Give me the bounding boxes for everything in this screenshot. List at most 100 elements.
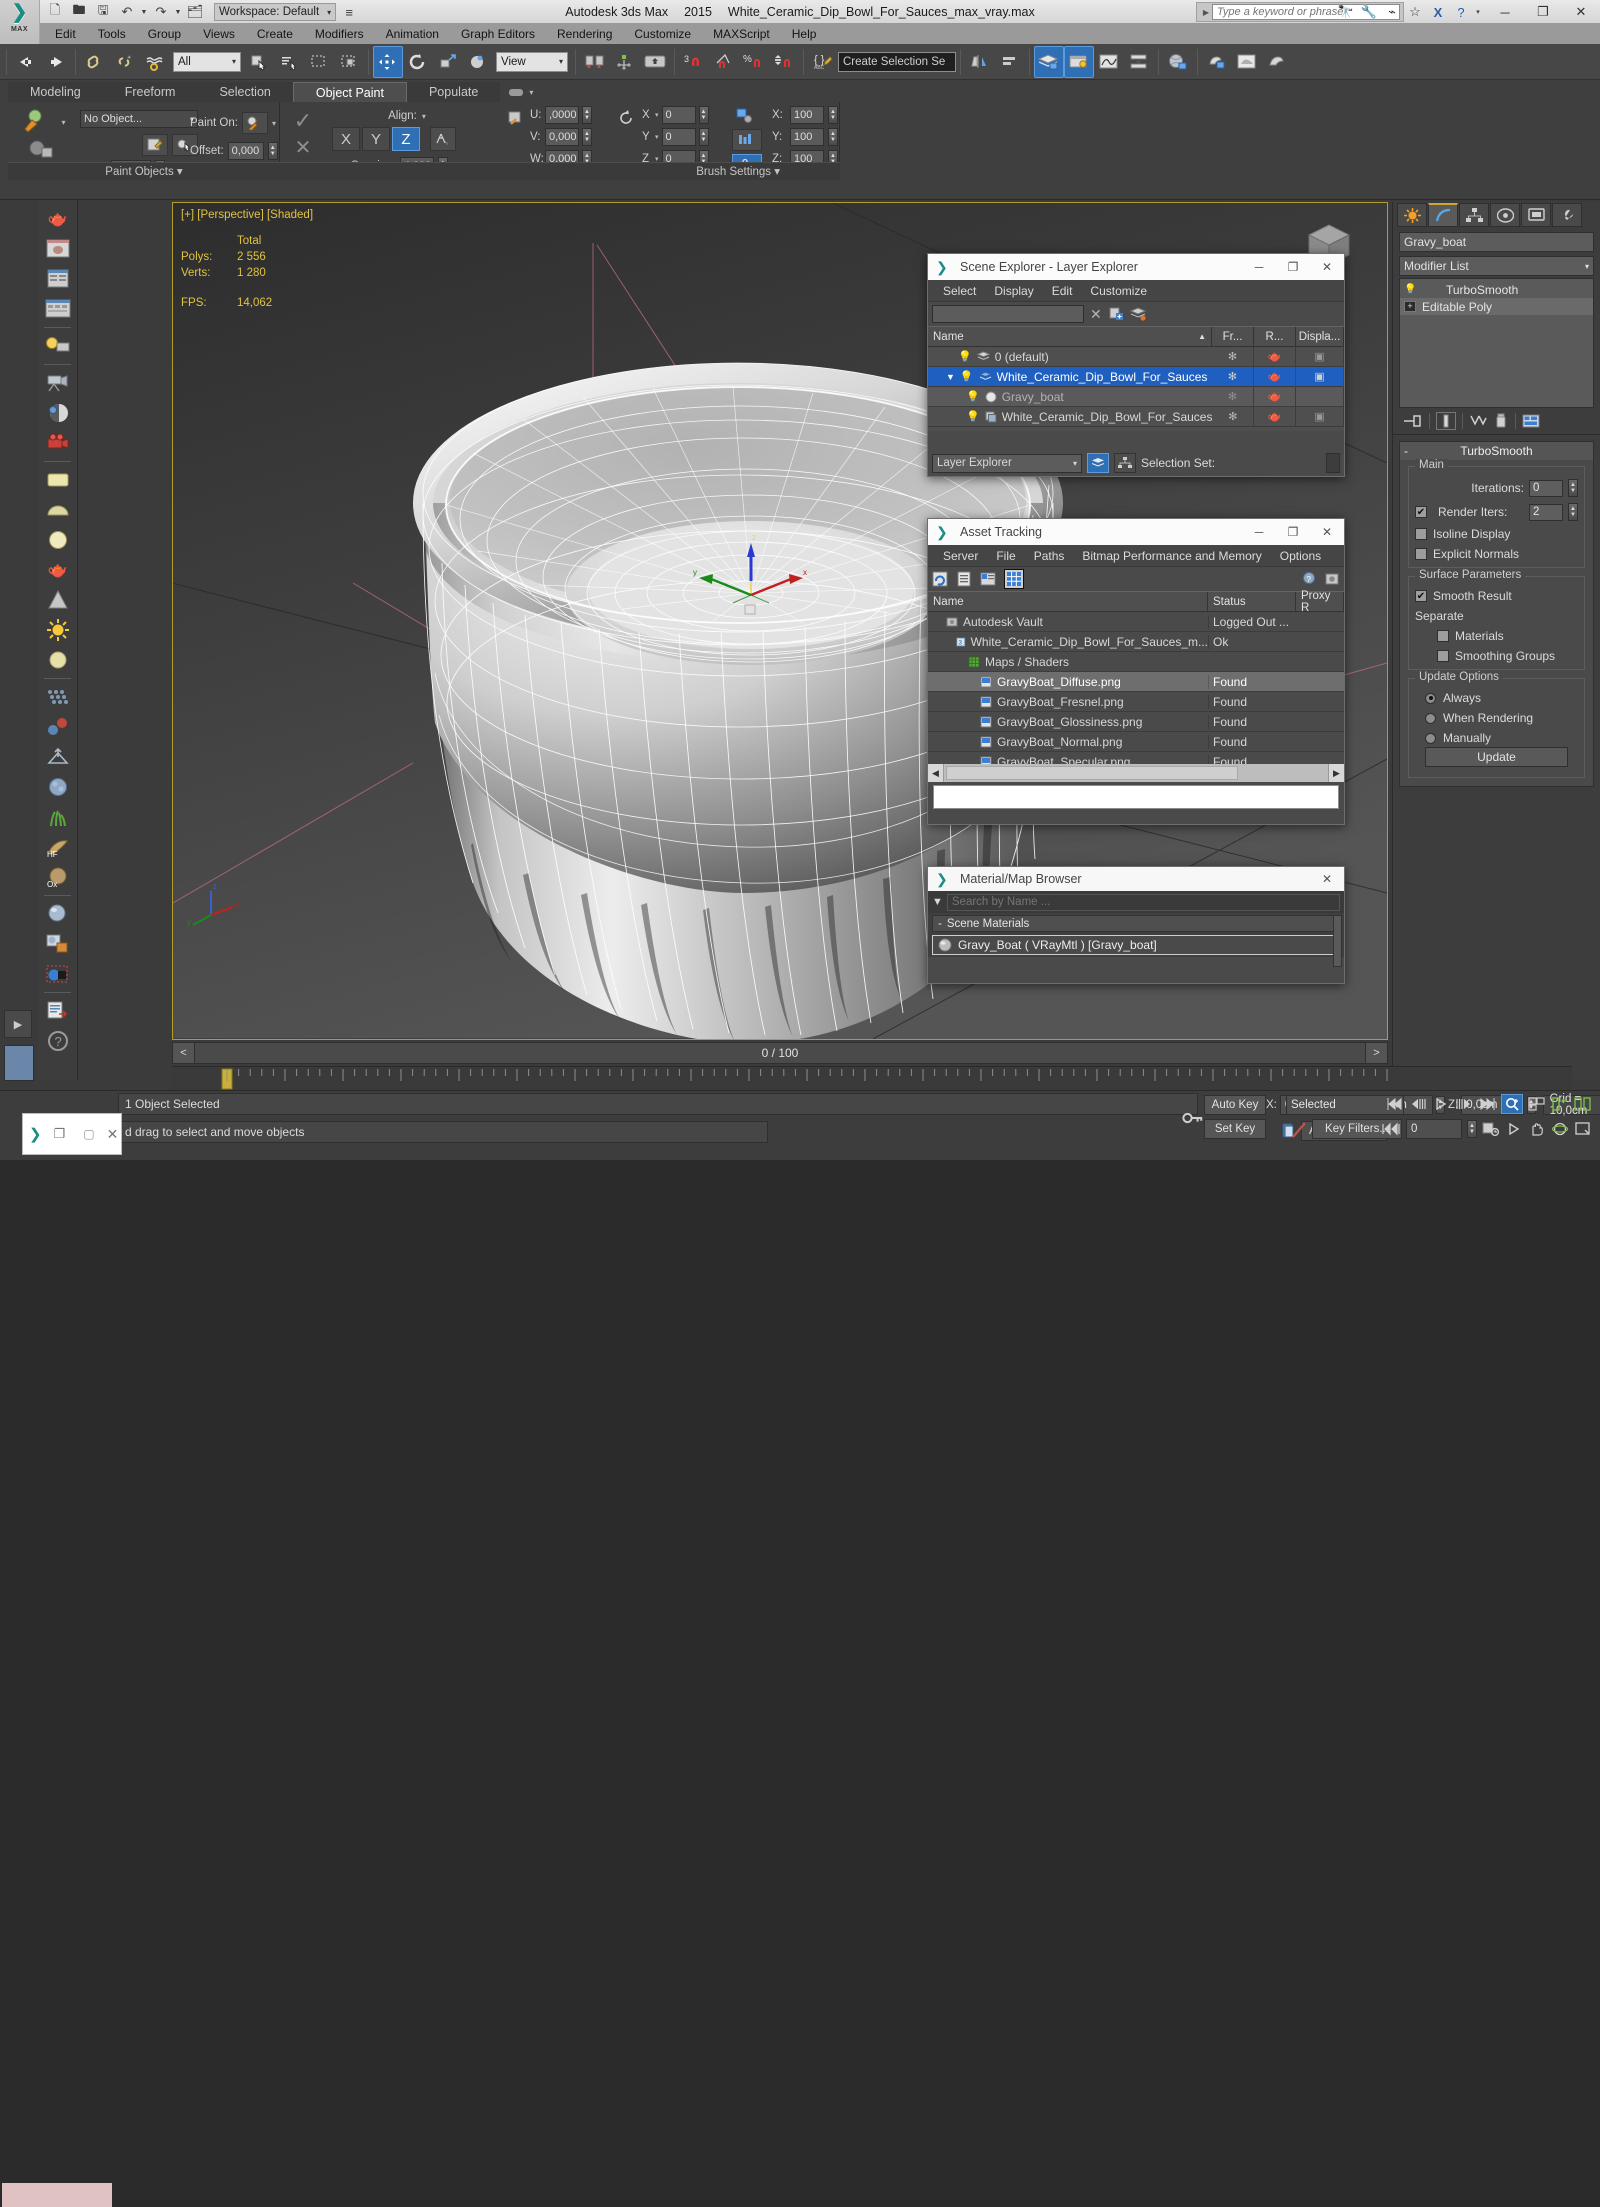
menu-item-animation[interactable]: Animation xyxy=(375,24,450,44)
undo-icon[interactable]: ↶ xyxy=(116,2,138,22)
close-window-icon[interactable]: ✕ xyxy=(107,1126,119,1143)
list-item[interactable]: Gravy_Boat ( VRayMtl ) [Gravy_boat] xyxy=(932,935,1340,955)
dome-primitive-icon[interactable] xyxy=(40,495,76,525)
asset-tracking-dialog[interactable]: ❯ Asset Tracking ─ ❐ ✕ Server File Paths… xyxy=(927,518,1345,825)
select-by-name-icon[interactable] xyxy=(274,46,304,78)
exchange-x-icon[interactable]: X xyxy=(1428,3,1448,21)
close-button[interactable]: ✕ xyxy=(1310,254,1344,280)
display-tab[interactable] xyxy=(1521,203,1551,227)
zoom-all-icon[interactable] xyxy=(1551,1096,1569,1112)
atom-icon[interactable] xyxy=(40,712,76,742)
tab-object-paint[interactable]: Object Paint xyxy=(292,82,407,102)
hierarchy-tab[interactable] xyxy=(1459,203,1489,227)
prev-frame-icon[interactable] xyxy=(1409,1096,1427,1112)
rot-x-spinner[interactable]: ▲ ▼ xyxy=(698,106,709,124)
align-icon[interactable] xyxy=(995,46,1025,78)
key-mode-toggle[interactable] xyxy=(1182,1095,1204,1141)
noise-object-icon[interactable] xyxy=(40,772,76,802)
pan-hand-icon[interactable] xyxy=(1528,1121,1546,1137)
separate-materials-checkbox[interactable] xyxy=(1437,630,1449,642)
configure-modifier-sets-icon[interactable] xyxy=(1522,413,1540,429)
column-render[interactable]: R... xyxy=(1254,327,1296,346)
table-row[interactable]: GravyBoat_Diffuse.png Found xyxy=(928,672,1344,692)
menu-item-views[interactable]: Views xyxy=(192,24,246,44)
new-file-icon[interactable]: 🗋 xyxy=(44,2,66,22)
isoline-display-checkbox[interactable] xyxy=(1415,528,1427,540)
lightbulb-icon[interactable]: 💡 xyxy=(958,350,972,363)
table-row[interactable]: 💡 Gravy_boat ✻ 🫖 xyxy=(928,386,1344,407)
goto-start-icon[interactable] xyxy=(1386,1096,1404,1112)
scatter-v-spinner[interactable]: ▲ ▼ xyxy=(582,128,592,146)
table-row[interactable]: 💡 0 (default) ✻ 🫖 ▣ xyxy=(928,346,1344,367)
align-axis-z-button[interactable]: Z xyxy=(392,127,420,151)
reference-coordinate-dropdown[interactable]: View ▾ xyxy=(496,51,568,72)
close-button[interactable]: ✕ xyxy=(1562,0,1600,24)
scene-explorer-dialog[interactable]: ❯ Scene Explorer - Layer Explorer ─ ❐ ✕ … xyxy=(927,253,1345,477)
plane-primitive-icon[interactable] xyxy=(40,465,76,495)
pin-stack-icon[interactable] xyxy=(1403,413,1423,429)
menu-item-create[interactable]: Create xyxy=(246,24,304,44)
sphere-light-icon[interactable] xyxy=(40,645,76,675)
selection-filter-dropdown[interactable]: All ▾ xyxy=(173,51,241,72)
next-frame-icon[interactable] xyxy=(1455,1096,1473,1112)
freeze-toggle-icon[interactable]: ✻ xyxy=(1212,366,1254,387)
help-add-icon[interactable]: ? xyxy=(1302,571,1318,587)
align-to-grid-icon[interactable] xyxy=(610,46,640,78)
play-icon[interactable] xyxy=(1432,1096,1450,1112)
asset-tracking-list[interactable]: Autodesk Vault Logged Out ... 3 White_Ce… xyxy=(928,612,1344,764)
scatter-u-spinner[interactable]: ▲ ▼ xyxy=(582,106,592,124)
update-button[interactable]: Update xyxy=(1425,747,1568,767)
time-slider[interactable]: < 0 / 100 > xyxy=(172,1042,1388,1064)
app-menu-button[interactable]: ❯ MAX xyxy=(0,0,40,44)
current-frame-spinner[interactable]: ▲ ▼ xyxy=(1467,1120,1477,1138)
render-toggle-icon[interactable]: 🫖 xyxy=(1254,406,1297,427)
table-row[interactable]: Autodesk Vault Logged Out ... xyxy=(928,612,1344,632)
material-map-browser-dialog[interactable]: ❯ Material/Map Browser ✕ ▼ - Scene Mater… xyxy=(927,866,1345,984)
close-button[interactable]: ✕ xyxy=(1310,519,1344,545)
redo-dropdown-icon[interactable]: ▼ xyxy=(174,2,182,22)
zoom-region-icon[interactable] xyxy=(1528,1096,1546,1112)
lightbulb-icon[interactable]: 💡 xyxy=(966,410,980,423)
script-icon[interactable] xyxy=(40,996,76,1026)
left-color-swatch[interactable] xyxy=(4,1045,34,1081)
menu-select[interactable]: Select xyxy=(934,280,985,302)
column-name[interactable]: Name ▲ xyxy=(928,327,1212,346)
select-and-move-icon[interactable] xyxy=(373,45,403,78)
scroll-left-arrow-icon[interactable]: ◀ xyxy=(928,764,944,782)
set-project-folder-icon[interactable]: 🗂 xyxy=(184,2,206,22)
utilities-tab[interactable] xyxy=(1552,203,1582,227)
goto-end-icon[interactable] xyxy=(1478,1096,1496,1112)
hierarchy-mode-icon[interactable] xyxy=(1114,453,1136,473)
minimize-button[interactable]: ─ xyxy=(1242,519,1276,545)
scale-y-spinner[interactable]: ▲ ▼ xyxy=(828,128,838,146)
menu-item-help[interactable]: Help xyxy=(781,24,828,44)
select-object-icon[interactable] xyxy=(244,46,274,78)
schematic-view-icon[interactable] xyxy=(1124,46,1154,78)
menu-file[interactable]: File xyxy=(987,545,1024,567)
snap-toggle-icon[interactable]: 3 xyxy=(679,46,709,78)
maximize-button[interactable]: ❐ xyxy=(1276,519,1310,545)
scroll-thumb[interactable] xyxy=(946,766,1238,780)
help-icon[interactable]: ? xyxy=(40,1026,76,1056)
menu-server[interactable]: Server xyxy=(934,545,987,567)
favorites-star-icon[interactable]: ☆ xyxy=(1405,3,1425,21)
explorer-mode-dropdown[interactable]: Layer Explorer ▾ xyxy=(932,453,1082,473)
percent-snap-toggle-icon[interactable]: % xyxy=(739,46,769,78)
render-iters-spinner[interactable]: ▲ ▼ xyxy=(1568,503,1578,521)
expand-left-toolbar-button[interactable]: ▶ xyxy=(4,1010,32,1038)
lightbulb-icon[interactable]: 💡 xyxy=(1404,284,1418,295)
make-unique-icon[interactable] xyxy=(1469,413,1487,429)
window-crossing-icon[interactable] xyxy=(334,46,364,78)
clear-filter-icon[interactable]: ✕ xyxy=(1090,306,1102,323)
panel-list-icon[interactable] xyxy=(40,264,76,294)
layer-options-icon[interactable] xyxy=(1129,306,1146,322)
freeze-toggle-icon[interactable]: ✻ xyxy=(1212,406,1255,427)
rot-y-field[interactable]: 0 xyxy=(661,128,696,146)
help-question-icon[interactable]: ? xyxy=(1451,3,1471,21)
maximize-window-icon[interactable]: ▢ xyxy=(83,1127,94,1141)
mirror-icon[interactable] xyxy=(965,46,995,78)
chevron-down-icon[interactable]: ▾ xyxy=(272,119,276,128)
teapot-grid-icon[interactable]: 🫖 xyxy=(40,555,76,585)
menu-edit[interactable]: Edit xyxy=(1043,280,1082,302)
render-toggle-icon[interactable]: 🫖 xyxy=(1254,386,1296,407)
